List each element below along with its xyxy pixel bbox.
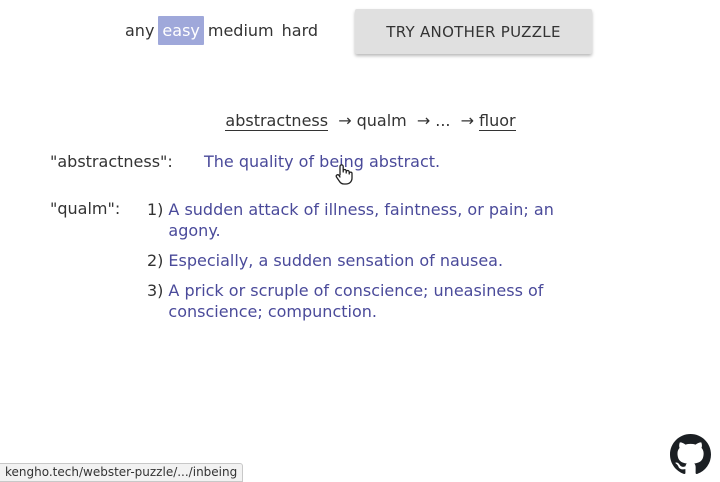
definition-text: The quality of being abstract. — [204, 152, 441, 171]
definition-entry: "abstractness": The quality of being abs… — [50, 152, 608, 171]
difficulty-easy[interactable]: easy — [158, 16, 204, 45]
difficulty-selector: any easy medium hard — [121, 16, 322, 45]
chain-middle-word: qualm — [356, 111, 407, 130]
sense-text: Especially, a sudden sensation of nausea… — [168, 251, 504, 270]
github-icon[interactable] — [670, 434, 711, 475]
chain-arrow: → — [338, 111, 352, 130]
sense-item: 3) A prick or scruple of conscience; une… — [147, 280, 608, 322]
sense-item: 2) Especially, a sudden sensation of nau… — [147, 250, 608, 271]
try-another-puzzle-button[interactable]: TRY ANOTHER PUZZLE — [355, 9, 592, 54]
definition-word: "abstractness": — [50, 152, 173, 171]
word-chain: abstractness → qualm →... → fluor — [0, 111, 720, 131]
definition-word: "qualm": — [50, 199, 121, 218]
difficulty-any[interactable]: any — [121, 16, 158, 45]
definitions-panel: "abstractness": The quality of being abs… — [50, 152, 608, 331]
chain-arrow: → — [460, 111, 474, 130]
sense-list: 1) A sudden attack of illness, faintness… — [147, 199, 608, 331]
sense-number: 1) — [147, 200, 164, 219]
definition-entry: "qualm": 1) A sudden attack of illness, … — [50, 199, 608, 331]
chain-start-word[interactable]: abstractness — [225, 111, 329, 131]
sense-number: 3) — [147, 281, 164, 300]
link-status-bar: kengho.tech/webster-puzzle/.../inbeing — [0, 463, 244, 482]
chain-ellipsis: ... — [435, 111, 451, 130]
sense-item: 1) A sudden attack of illness, faintness… — [147, 199, 608, 241]
difficulty-medium[interactable]: medium — [204, 16, 278, 45]
sense-text: A sudden attack of illness, faintness, o… — [168, 200, 554, 240]
hand-pointer-icon — [335, 164, 353, 185]
chain-arrow: → — [416, 111, 431, 130]
chain-end-word[interactable]: fluor — [479, 111, 516, 131]
sense-text: A prick or scruple of conscience; uneasi… — [168, 281, 544, 321]
sense-number: 2) — [147, 251, 164, 270]
difficulty-hard[interactable]: hard — [278, 16, 322, 45]
